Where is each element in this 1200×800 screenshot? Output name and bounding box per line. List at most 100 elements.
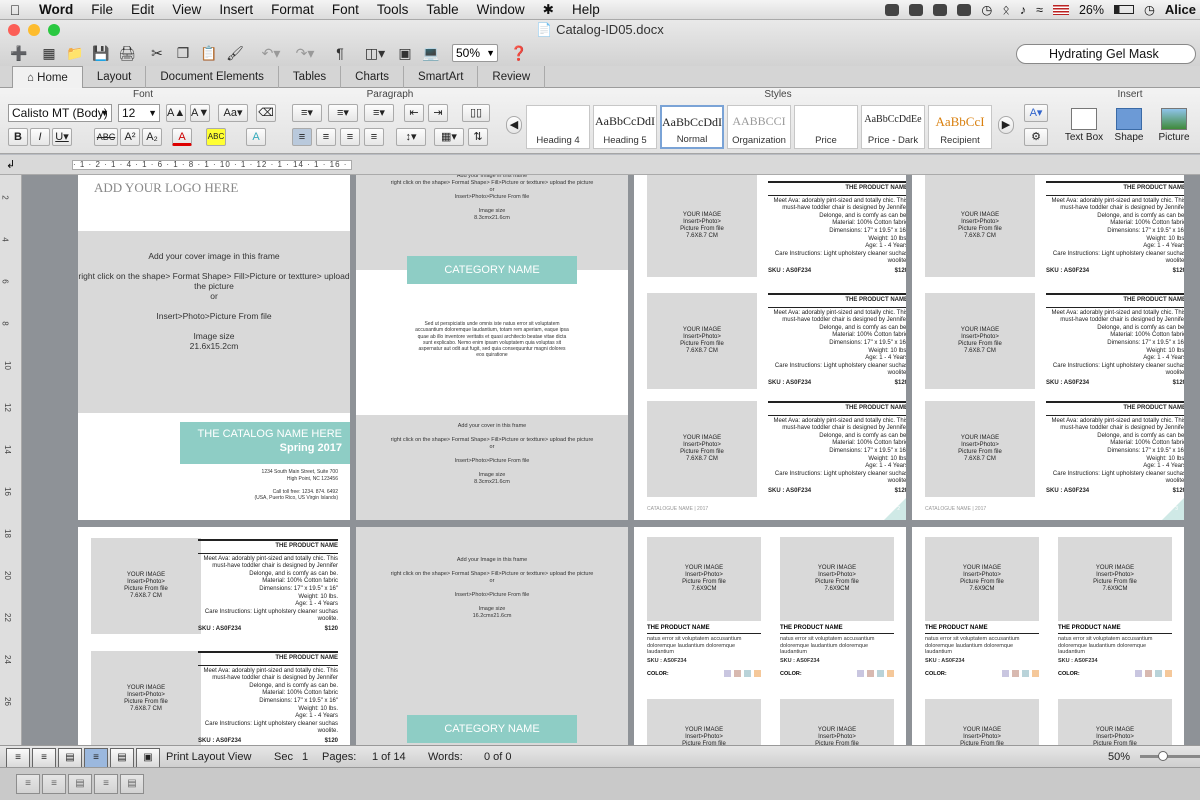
card-image-placeholder[interactable]: YOUR IMAGE Insert>Photo> Picture From fi… [925,537,1039,621]
notebook-view-button[interactable]: ▤ [110,748,134,768]
color-swatch[interactable] [877,670,884,677]
bluetooth-icon[interactable]: ᛟ [1002,3,1010,17]
tab-document-elements[interactable]: Document Elements [146,66,279,88]
menu-window[interactable]: Window [468,2,534,17]
publishing-view-button[interactable]: ▤ [68,774,92,794]
product-image-placeholder[interactable]: YOUR IMAGE Insert>Photo> Picture From fi… [647,293,757,389]
battery-text[interactable]: 26% [1079,3,1104,17]
card-image-placeholder[interactable]: YOUR IMAGE Insert>Photo> Picture From fi… [925,699,1039,745]
media-browser-icon[interactable]: ▣ [394,43,416,63]
product-page-3[interactable]: YOUR IMAGE Insert>Photo> Picture From fi… [634,175,906,520]
tab-stop-icon[interactable]: ↲ [6,158,15,171]
menu-view[interactable]: View [163,2,210,17]
multilevel-list-button[interactable]: ≡▾ [364,104,394,122]
flag-icon[interactable] [1052,4,1069,15]
dropbox-icon[interactable] [933,3,948,16]
font-size-select[interactable]: 12 ▼ [118,104,160,122]
menu-format[interactable]: Format [262,2,323,17]
focus-view-button[interactable]: ▣ [136,748,160,768]
product-grid-page-7[interactable]: YOUR IMAGE Insert>Photo> Picture From fi… [634,527,906,745]
insert-shape-button[interactable]: Shape [1110,108,1148,143]
decrease-indent-button[interactable]: ⇤ [404,104,424,122]
color-swatch[interactable] [867,670,874,677]
font-name-select[interactable]: Calisto MT (Body) ▼ [8,104,112,122]
style-recipient[interactable]: AaBbCcI Recipient [928,105,992,149]
style-heading-4[interactable]: Heading 4 [526,105,590,149]
styles-pane-icon[interactable]: A▾ [1024,104,1048,122]
color-swatch[interactable] [754,670,761,677]
outline-view-button[interactable]: ≡ [32,748,56,768]
horizontal-ruler[interactable]: ↲ · 1 · 2 · 1 · 4 · 1 · 6 · 1 · 8 · 1 · … [0,155,1200,175]
help-icon[interactable]: ❓ [508,43,530,63]
search-input[interactable]: Hydrating Gel Mask [1016,44,1196,64]
color-swatch[interactable] [1135,670,1142,677]
volume-icon[interactable]: ♪ [1020,3,1026,17]
bullets-button[interactable]: ≡▾ [292,104,322,122]
color-swatch[interactable] [887,670,894,677]
tab-smartart[interactable]: SmartArt [404,66,479,88]
menu-tools[interactable]: Tools [368,2,418,17]
show-formatting-icon[interactable]: ¶ [330,43,350,63]
styles-options-icon[interactable]: ⚙ [1024,128,1048,146]
product-card[interactable]: YOUR IMAGE Insert>Photo> Picture From fi… [1058,699,1172,745]
increase-indent-button[interactable]: ⇥ [428,104,448,122]
wd-icon[interactable] [957,3,972,16]
apple-icon[interactable]:  [0,2,30,18]
product-card[interactable]: YOUR IMAGE Insert>Photo> Picture From fi… [1058,537,1172,677]
clear-formatting-button[interactable]: ⌫ [256,104,276,122]
highlight-button[interactable]: ABC [206,128,226,146]
styles-next-button[interactable]: ▶ [998,116,1014,134]
style-normal[interactable]: AaBbCcDdI Normal [660,105,724,149]
copy-icon[interactable]: ❐ [172,43,194,63]
product-card[interactable]: YOUR IMAGE Insert>Photo> Picture From fi… [925,699,1039,745]
card-image-placeholder[interactable]: YOUR IMAGE Insert>Photo> Picture From fi… [780,537,894,621]
document-canvas[interactable]: ADD YOUR LOGO HERE Add your cover image … [22,175,1200,745]
product-card[interactable]: YOUR IMAGE Insert>Photo> Picture From fi… [925,537,1039,677]
menu-insert[interactable]: Insert [210,2,262,17]
menu-table[interactable]: Table [417,2,467,17]
shrink-font-button[interactable]: A▼ [190,104,210,122]
product-card[interactable]: YOUR IMAGE Insert>Photo> Picture From fi… [780,699,894,745]
subscript-button[interactable]: A₂ [142,128,162,146]
product-image-placeholder[interactable]: YOUR IMAGE Insert>Photo> Picture From fi… [925,293,1035,389]
toolbox-icon[interactable]: 💻 [420,43,442,63]
sort-button[interactable]: ⇅ [468,128,488,146]
skype-icon[interactable] [885,3,900,16]
product-grid-page-8[interactable]: YOUR IMAGE Insert>Photo> Picture From fi… [912,527,1184,745]
zoom-slider-thumb[interactable] [1158,751,1168,761]
cut-icon[interactable]: ✂ [146,43,168,63]
justify-button[interactable]: ≡ [364,128,384,146]
styles-prev-button[interactable]: ◀ [506,116,522,134]
tab-layout[interactable]: Layout [83,66,147,88]
color-swatch[interactable] [1155,670,1162,677]
numbering-button[interactable]: ≡▾ [328,104,358,122]
strikethrough-button[interactable]: ABC [94,128,118,146]
superscript-button[interactable]: A² [120,128,140,146]
template-gallery-icon[interactable]: ▦ [38,43,60,63]
zoom-slider[interactable] [1140,755,1200,758]
tab-review[interactable]: Review [478,66,546,88]
tab-home[interactable]: ⌂ Home [12,66,83,88]
time-machine-icon[interactable]: ◷ [981,2,992,17]
columns-button[interactable]: ▯▯ [462,104,490,122]
color-swatch[interactable] [724,670,731,677]
product-image-placeholder[interactable]: YOUR IMAGE Insert>Photo> Picture From fi… [91,651,201,745]
style-organization[interactable]: AABBCCI Organization [727,105,791,149]
category-page-2[interactable]: Add your Image in this frame right click… [356,527,628,745]
style-price-dark[interactable]: AaBbCcDdEe Price - Dark [861,105,925,149]
menu-font[interactable]: Font [323,2,368,17]
product-page-4[interactable]: YOUR IMAGE Insert>Photo> Picture From fi… [912,175,1184,520]
notebook-view-button[interactable]: ▤ [120,774,144,794]
battery-icon[interactable] [1114,5,1134,14]
change-case-button[interactable]: Aa▾ [218,104,248,122]
new-document-icon[interactable]: ➕ [6,43,32,63]
menu-edit[interactable]: Edit [122,2,163,17]
print-layout-view-button[interactable]: ≡ [84,748,108,768]
evernote-icon[interactable] [909,3,924,16]
tab-charts[interactable]: Charts [341,66,405,88]
font-color-button[interactable]: A [172,128,192,146]
redo-icon[interactable]: ↷▾ [290,43,320,63]
print-icon[interactable]: 🖨 [116,43,138,63]
product-image-placeholder[interactable]: YOUR IMAGE Insert>Photo> Picture From fi… [925,401,1035,497]
draft-view-button[interactable]: ≡ [6,748,30,768]
